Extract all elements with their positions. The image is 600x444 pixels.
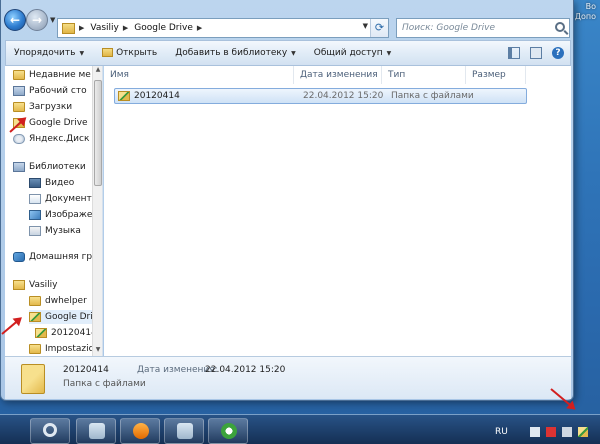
refresh-button[interactable]: ⟳ (370, 19, 388, 37)
breadcrumb-separator-icon[interactable]: ▶ (197, 24, 202, 32)
taskbar-media-player[interactable] (120, 418, 160, 444)
google-drive-tray-icon[interactable] (578, 427, 588, 437)
row-date: 22.04.2012 15:20 (303, 91, 384, 101)
pictures-icon (29, 210, 41, 220)
folder-icon (29, 296, 41, 306)
folder-icon (29, 344, 41, 354)
column-header-name[interactable]: Имя (104, 66, 294, 84)
recent-pages-chevron-icon[interactable]: ▼ (50, 16, 55, 24)
table-row[interactable]: 20120414 22.04.2012 15:20 Папка с файлам… (114, 88, 527, 104)
command-bar: Упорядочить ▼ Открыть Добавить в библиоте… (5, 40, 571, 66)
homegroup-icon (13, 252, 25, 262)
folder-large-icon (21, 364, 45, 394)
preview-pane-icon[interactable] (530, 47, 542, 59)
nav-scrollbar-thumb[interactable] (94, 80, 102, 186)
desktop-icon (13, 86, 25, 96)
organize-menu[interactable]: Упорядочить ▼ (14, 48, 84, 58)
nav-item-desktop[interactable]: Рабочий сто (13, 84, 87, 98)
documents-icon (29, 194, 41, 204)
row-type: Папка с файлами (391, 91, 474, 101)
breadcrumb-separator-icon[interactable]: ▶ (123, 24, 128, 32)
nav-item-recent-places[interactable]: Недавние ме (13, 68, 91, 82)
nav-item-vasiliy[interactable]: Vasiliy (13, 278, 58, 292)
details-date: 22.04.2012 15:20 (205, 365, 286, 375)
nav-item-music[interactable]: Музыка (29, 224, 81, 238)
breadcrumb-separator-icon[interactable]: ▶ (79, 24, 84, 32)
explorer-window: ← → ▼ ▶ Vasiliy ▶ Google Drive ▶ ▼ ⟳ Пои… (0, 0, 574, 401)
nav-item-video[interactable]: Видео (29, 176, 74, 190)
column-header-size[interactable]: Размер (466, 66, 526, 84)
user-folder-icon (13, 280, 25, 290)
column-header-date[interactable]: Дата изменения (294, 66, 382, 84)
address-bar[interactable]: ▶ Vasiliy ▶ Google Drive ▶ ▼ ⟳ (57, 18, 389, 38)
chevron-down-icon: ▼ (291, 50, 296, 57)
row-name: 20120414 (134, 91, 180, 101)
library-icon (89, 423, 105, 439)
power-icon[interactable] (562, 427, 572, 437)
address-row: ← → ▼ ▶ Vasiliy ▶ Google Drive ▶ ▼ ⟳ Пои… (1, 0, 573, 38)
add-to-library-menu[interactable]: Добавить в библиотеку ▼ (175, 48, 296, 58)
scroll-down-icon[interactable]: ▼ (93, 346, 102, 356)
flag-icon[interactable] (530, 427, 540, 437)
desktop-corner-text: Во Допо (574, 2, 596, 21)
language-indicator[interactable]: RU (495, 427, 508, 437)
yandex-disk-icon (13, 134, 25, 144)
libraries-icon (13, 162, 25, 172)
column-header-type[interactable]: Тип (382, 66, 466, 84)
taskbar-library-app[interactable] (76, 418, 116, 444)
navigation-pane: Недавние ме Рабочий сто Загрузки Google … (5, 66, 103, 356)
nav-item-yandex-disk[interactable]: Яндекс.Диск (13, 132, 89, 146)
nav-item-libraries[interactable]: Библиотеки (13, 160, 86, 174)
google-drive-folder-icon (35, 328, 47, 338)
google-drive-icon (29, 312, 41, 322)
search-icon (555, 22, 565, 32)
back-button[interactable]: ← (4, 9, 26, 31)
chevron-down-icon: ▼ (386, 50, 392, 57)
explorer-icon (177, 423, 193, 439)
nav-item-downloads[interactable]: Загрузки (13, 100, 72, 114)
address-history-chevron-icon[interactable]: ▼ (363, 22, 368, 30)
forward-button[interactable]: → (26, 9, 48, 31)
share-menu[interactable]: Общий доступ ▼ (314, 48, 391, 58)
nav-item-homegroup[interactable]: Домашняя гру (13, 250, 97, 264)
video-icon (29, 178, 41, 188)
help-icon[interactable]: ? (552, 47, 564, 59)
open-button[interactable]: Открыть (102, 48, 157, 58)
recent-places-icon (13, 70, 25, 80)
music-icon (29, 226, 41, 236)
breadcrumb-google-drive[interactable]: Google Drive (134, 23, 193, 33)
magnifier-icon (43, 423, 57, 437)
nav-item-documents[interactable]: Документы (29, 192, 99, 206)
taskbar-explorer[interactable] (164, 418, 204, 444)
nav-scrollbar[interactable]: ▲ ▼ (92, 66, 102, 356)
file-list: Имя Дата изменения Тип Размер 20120414 2… (104, 66, 571, 356)
google-drive-folder-icon (118, 91, 130, 101)
nav-item-dwhelper[interactable]: dwhelper (29, 294, 87, 308)
scroll-up-icon[interactable]: ▲ (93, 66, 102, 76)
change-view-icon[interactable] (508, 47, 520, 59)
details-name: 20120414 (63, 365, 109, 375)
search-input[interactable]: Поиск: Google Drive (396, 18, 570, 38)
folder-open-icon (102, 48, 114, 57)
breadcrumb-vasiliy[interactable]: Vasiliy (90, 23, 119, 33)
utorrent-icon (221, 423, 237, 439)
details-pane: 20120414 Папка с файлами Дата изменения:… (5, 356, 571, 399)
search-placeholder: Поиск: Google Drive (402, 23, 495, 33)
details-type: Папка с файлами (63, 379, 146, 389)
folder-icon (62, 22, 75, 34)
media-player-icon (133, 423, 149, 439)
chevron-down-icon: ▼ (79, 50, 85, 57)
downloads-icon (13, 102, 25, 112)
taskbar: RU (0, 414, 600, 444)
taskbar-utorrent[interactable] (208, 418, 248, 444)
network-icon[interactable] (546, 427, 556, 437)
taskbar-search-app[interactable] (30, 418, 70, 444)
nav-item-20120414[interactable]: 20120414 (35, 326, 97, 340)
